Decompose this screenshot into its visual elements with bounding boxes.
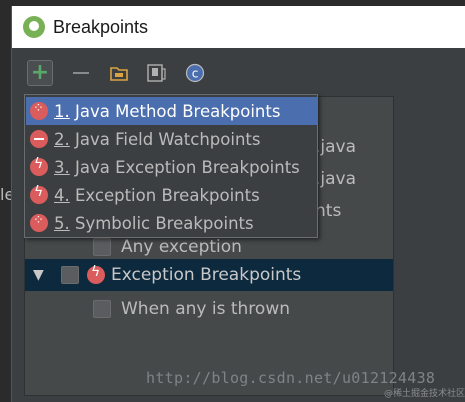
menu-item-label: Java Method Breakpoints — [69, 101, 281, 121]
any-exception-checkbox[interactable] — [93, 238, 111, 256]
expand-arrow-icon[interactable]: ▼ — [33, 267, 44, 283]
dialog-title: Breakpoints — [53, 16, 149, 37]
menu-item-number: 1. — [54, 101, 70, 121]
exception-breakpoint-icon — [87, 264, 105, 284]
remove-breakpoint-button[interactable] — [68, 60, 94, 86]
add-breakpoint-button[interactable]: + — [27, 60, 53, 86]
breakpoints-dialog: Breakpoints + c .java .java nts Any exce… — [11, 6, 465, 402]
tree-partial-text-2: .java — [315, 169, 357, 189]
tree-row-label: Exception Breakpoints — [111, 265, 302, 285]
symbolic-breakpoint-icon — [30, 213, 48, 232]
menu-item-number: 2. — [54, 129, 70, 149]
folder-icon — [110, 67, 128, 81]
svg-text:c: c — [192, 67, 199, 81]
tree-row-exception-breakpoints[interactable]: ▼ Exception Breakpoints — [25, 259, 393, 291]
menu-item-java-exception-breakpoints[interactable]: 3. Java Exception Breakpoints — [26, 153, 318, 181]
file-icon — [147, 64, 166, 82]
toolbar: + c — [12, 58, 465, 92]
menu-item-label: Exception Breakpoints — [69, 185, 260, 205]
menu-item-exception-breakpoints[interactable]: 4. Exception Breakpoints — [26, 181, 318, 209]
exception-breakpoints-checkbox[interactable] — [61, 266, 79, 284]
add-breakpoint-menu: 1. Java Method Breakpoints 2. Java Field… — [24, 94, 318, 238]
remove-icon — [73, 72, 89, 74]
class-icon: c — [185, 63, 205, 83]
menu-item-java-field-watchpoints[interactable]: 2. Java Field Watchpoints — [26, 125, 318, 153]
group-by-file-button[interactable] — [144, 60, 170, 86]
field-watchpoint-icon — [30, 130, 48, 148]
menu-item-number: 5. — [54, 213, 70, 233]
menu-item-label: Java Exception Breakpoints — [69, 157, 300, 177]
tree-partial-text-3: nts — [315, 201, 342, 221]
watermark-badge: @稀土掘金技术社区 — [384, 389, 465, 399]
when-any-thrown-checkbox[interactable] — [93, 300, 111, 318]
tree-row-label: When any is thrown — [121, 299, 290, 319]
exception-breakpoint-icon — [30, 184, 48, 204]
tree-row-when-any-is-thrown[interactable]: When any is thrown — [25, 293, 393, 325]
exception-breakpoint-icon — [30, 156, 48, 176]
menu-item-label: Java Field Watchpoints — [69, 129, 261, 149]
menu-item-number: 3. — [54, 157, 70, 177]
tree-partial-text-1: .java — [315, 137, 357, 157]
method-breakpoint-icon — [30, 101, 48, 120]
android-studio-icon — [23, 16, 45, 38]
group-folder-button[interactable] — [106, 60, 132, 86]
tree-row-label: Any exception — [121, 237, 242, 257]
watermark-url: http://blog.csdn.net/u012124438 — [146, 369, 436, 387]
background-ide-left: le — [0, 0, 14, 402]
group-by-class-button[interactable]: c — [182, 60, 208, 86]
menu-item-symbolic-breakpoints[interactable]: 5. Symbolic Breakpoints — [26, 209, 318, 237]
menu-item-label: Symbolic Breakpoints — [69, 213, 254, 233]
menu-item-number: 4. — [54, 185, 70, 205]
add-icon: + — [30, 60, 50, 85]
menu-item-java-method-breakpoints[interactable]: 1. Java Method Breakpoints — [26, 97, 318, 125]
title-bar: Breakpoints — [12, 6, 465, 48]
